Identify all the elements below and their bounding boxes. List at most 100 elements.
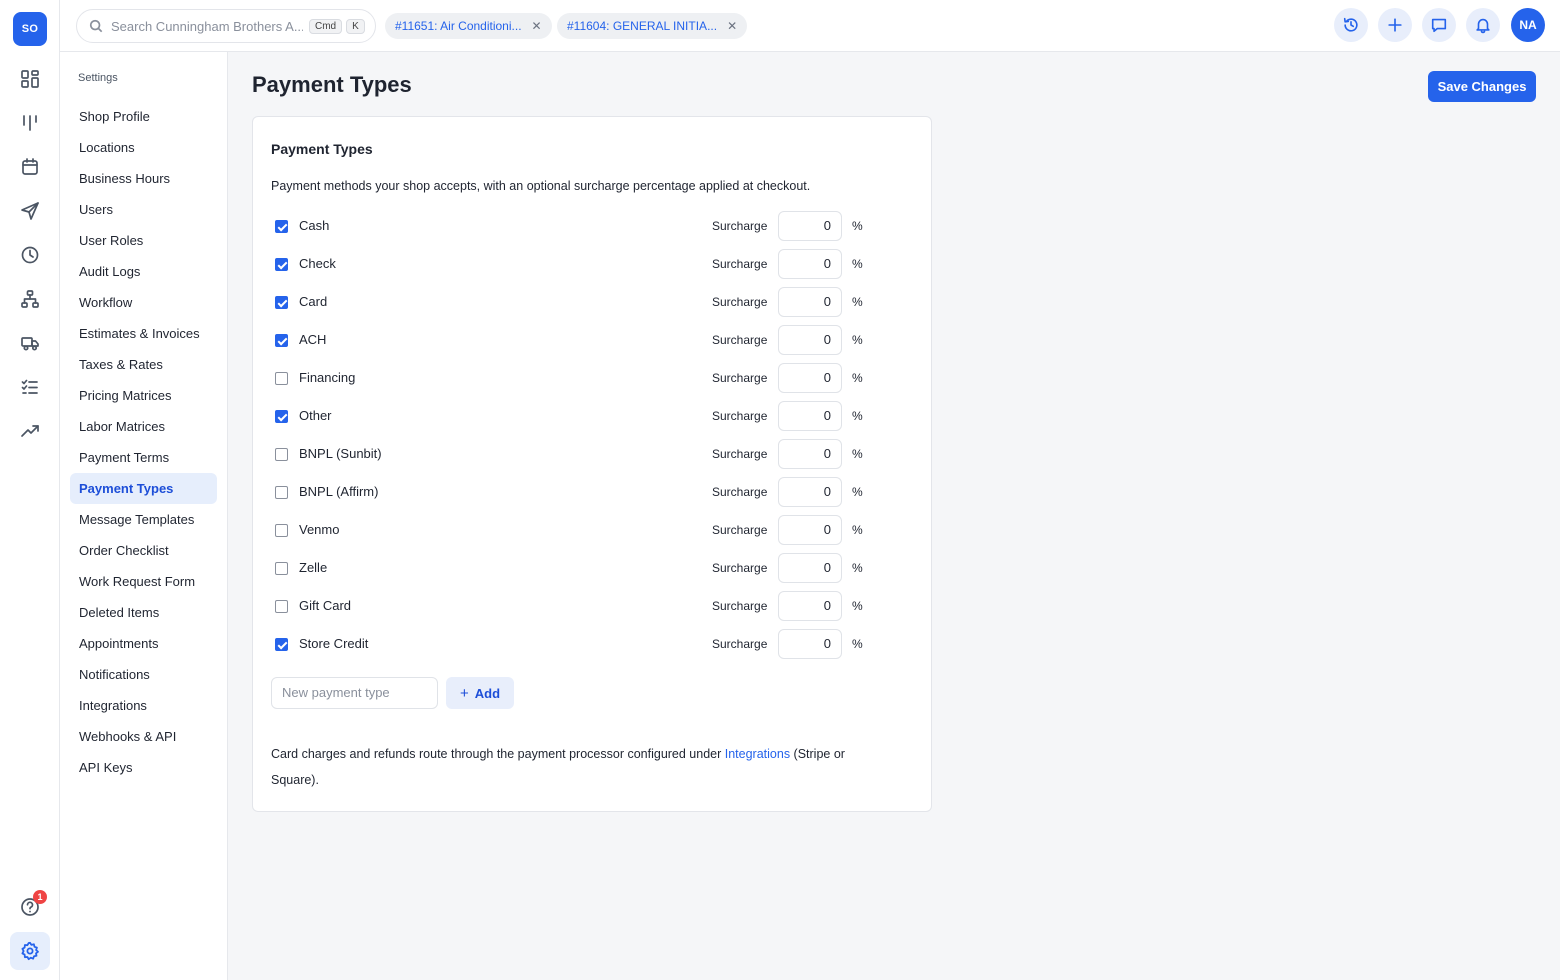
settings-nav-item[interactable]: Users — [70, 194, 217, 225]
calendar-icon[interactable] — [17, 154, 43, 180]
payment-type-checkbox[interactable] — [275, 410, 288, 423]
settings-nav-item[interactable]: Appointments — [70, 628, 217, 659]
surcharge-input[interactable]: 0 — [778, 325, 842, 355]
payment-type-name: Cash — [299, 218, 330, 233]
surcharge-label: Surcharge — [712, 599, 768, 613]
settings-nav-item[interactable]: Order Checklist — [70, 535, 217, 566]
messages-button[interactable] — [1422, 8, 1456, 42]
payment-type-name: Other — [299, 408, 332, 423]
percent-sign: % — [852, 219, 863, 233]
payment-type-list: Cash Surcharge 0% Check Surcharge 0% Card Surch… — [271, 211, 911, 667]
payment-type-checkbox[interactable] — [275, 334, 288, 347]
percent-sign: % — [852, 409, 863, 423]
surcharge-input[interactable]: 0 — [778, 477, 842, 507]
search-input[interactable]: Search Cunningham Brothers A... — [111, 19, 303, 34]
payment-type-checkbox[interactable] — [275, 258, 288, 271]
surcharge-input[interactable]: 0 — [778, 287, 842, 317]
settings-nav-item[interactable]: Webhooks & API — [70, 721, 217, 752]
settings-nav-item[interactable]: Locations — [70, 132, 217, 163]
payment-type-checkbox[interactable] — [275, 638, 288, 651]
settings-nav-item[interactable]: Work Request Form — [70, 566, 217, 597]
surcharge-input[interactable]: 0 — [778, 591, 842, 621]
send-icon[interactable] — [17, 198, 43, 224]
surcharge-label: Surcharge — [712, 523, 768, 537]
shortcut-cmd-key: Cmd — [309, 18, 343, 34]
percent-sign: % — [852, 447, 863, 461]
surcharge-input[interactable]: 0 — [778, 363, 842, 393]
notifications-button[interactable] — [1466, 8, 1500, 42]
payment-type-row: BNPL (Affirm) Surcharge 0% — [271, 477, 911, 515]
settings-sidebar: Settings Shop Profile Locations Business H… — [60, 52, 228, 980]
settings-nav-item[interactable]: Payment Terms — [70, 442, 217, 473]
surcharge-input[interactable]: 0 — [778, 553, 842, 583]
settings-nav-item[interactable]: Message Templates — [70, 504, 217, 535]
surcharge-input[interactable]: 0 — [778, 515, 842, 545]
recent-order-tab[interactable]: #11604: GENERAL INITIA... ✕ — [557, 13, 748, 39]
payment-type-checkbox[interactable] — [275, 562, 288, 575]
payment-type-checkbox[interactable] — [275, 524, 288, 537]
payment-type-checkbox[interactable] — [275, 296, 288, 309]
integrations-link[interactable]: Integrations — [725, 747, 790, 761]
payment-type-checkbox[interactable] — [275, 220, 288, 233]
surcharge-label: Surcharge — [712, 409, 768, 423]
settings-nav-list: Shop Profile Locations Business Hours Users… — [70, 101, 217, 783]
payment-type-row: Financing Surcharge 0% — [271, 363, 911, 401]
user-avatar[interactable]: NA — [1511, 8, 1545, 42]
payment-type-checkbox[interactable] — [275, 448, 288, 461]
surcharge-input[interactable]: 0 — [778, 629, 842, 659]
payment-type-checkbox[interactable] — [275, 372, 288, 385]
settings-nav-item[interactable]: Shop Profile — [70, 101, 217, 132]
surcharge-input[interactable]: 0 — [778, 401, 842, 431]
settings-nav-item[interactable]: API Keys — [70, 752, 217, 783]
shop-logo[interactable]: SO — [13, 12, 47, 46]
settings-nav-item[interactable]: User Roles — [70, 225, 217, 256]
settings-button[interactable] — [10, 932, 50, 970]
truck-icon[interactable] — [17, 330, 43, 356]
settings-nav-item[interactable]: Labor Matrices — [70, 411, 217, 442]
surcharge-label: Surcharge — [712, 295, 768, 309]
surcharge-label: Surcharge — [712, 371, 768, 385]
settings-nav-item[interactable]: Payment Types — [70, 473, 217, 504]
plus-icon — [1388, 18, 1402, 32]
recent-order-tab[interactable]: #11651: Air Conditioni... ✕ — [385, 13, 552, 39]
settings-nav-item[interactable]: Notifications — [70, 659, 217, 690]
new-payment-type-input[interactable]: New payment type — [271, 677, 438, 709]
settings-nav-item[interactable]: Taxes & Rates — [70, 349, 217, 380]
settings-nav-title: Settings — [78, 72, 118, 84]
settings-nav-item[interactable]: Deleted Items — [70, 597, 217, 628]
settings-nav-item[interactable]: Audit Logs — [70, 256, 217, 287]
processor-note-text: Card charges and refunds route through t… — [271, 747, 725, 761]
payment-type-checkbox[interactable] — [275, 600, 288, 613]
card-description: Payment methods your shop accepts, with … — [271, 179, 811, 193]
settings-nav-item[interactable]: Business Hours — [70, 163, 217, 194]
hierarchy-icon[interactable] — [17, 286, 43, 312]
settings-nav-item[interactable]: Estimates & Invoices — [70, 318, 217, 349]
surcharge-label: Surcharge — [712, 485, 768, 499]
global-search[interactable]: Search Cunningham Brothers A... Cmd K — [76, 9, 376, 43]
surcharge-input[interactable]: 0 — [778, 249, 842, 279]
dashboard-icon[interactable] — [17, 66, 43, 92]
board-icon[interactable] — [17, 110, 43, 136]
close-icon[interactable]: ✕ — [727, 19, 737, 33]
processor-note: Card charges and refunds route through t… — [271, 741, 891, 793]
bell-icon — [1476, 18, 1490, 34]
close-icon[interactable]: ✕ — [532, 19, 542, 33]
clock-icon[interactable] — [17, 242, 43, 268]
payment-type-name: Card — [299, 294, 328, 309]
settings-nav-item[interactable]: Pricing Matrices — [70, 380, 217, 411]
surcharge-input[interactable]: 0 — [778, 211, 842, 241]
payment-type-checkbox[interactable] — [275, 486, 288, 499]
save-changes-button[interactable]: Save Changes — [1428, 71, 1536, 102]
chat-icon — [1431, 18, 1447, 33]
percent-sign: % — [852, 371, 863, 385]
surcharge-label: Surcharge — [712, 257, 768, 271]
trending-up-icon[interactable] — [17, 418, 43, 444]
create-new-button[interactable] — [1378, 8, 1412, 42]
checklist-icon[interactable] — [17, 374, 43, 400]
add-payment-type-button[interactable]: + Add — [446, 677, 514, 709]
surcharge-input[interactable]: 0 — [778, 439, 842, 469]
settings-nav-item[interactable]: Workflow — [70, 287, 217, 318]
gear-icon — [21, 941, 39, 961]
settings-nav-item[interactable]: Integrations — [70, 690, 217, 721]
history-button[interactable] — [1334, 8, 1368, 42]
